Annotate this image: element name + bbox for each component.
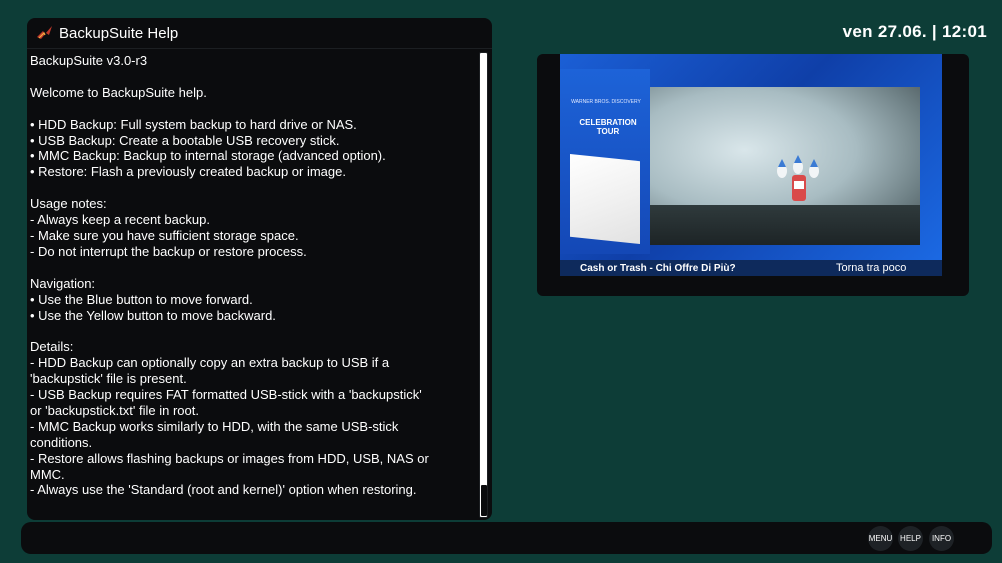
video-figure-image: [777, 155, 819, 201]
scrollbar-track[interactable]: [479, 52, 488, 518]
header-divider: [27, 48, 492, 49]
help-line: • Use the Yellow button to move backward…: [30, 307, 276, 323]
help-line: conditions.: [30, 434, 93, 450]
tv-preview: WARNER BROS. DISCOVERY CELEBRATION TOUR …: [560, 54, 942, 276]
ticker-left-text: Cash or Trash - Chi Offre Di Più?: [580, 262, 736, 274]
scrollbar-thumb[interactable]: [481, 485, 487, 516]
help-line: • HDD Backup: Full system backup to hard…: [30, 116, 357, 132]
bottom-bar: [21, 522, 992, 554]
video-frame: [650, 87, 920, 245]
help-line: Navigation:: [30, 275, 96, 291]
help-line: [30, 180, 475, 196]
help-line: Details:: [30, 339, 74, 355]
backupsuite-logo-icon: [37, 26, 52, 39]
help-button[interactable]: HELP: [898, 526, 923, 551]
menu-button[interactable]: MENU: [868, 526, 893, 551]
help-line: Welcome to BackupSuite help.: [30, 84, 207, 100]
help-line: MMC.: [30, 466, 65, 482]
help-line: or 'backupstick.txt' file in root.: [30, 402, 199, 418]
video-floor: [650, 205, 920, 245]
help-text-area[interactable]: BackupSuite v3.0-r3 Welcome to BackupSui…: [30, 53, 475, 515]
ticker-bar: Cash or Trash - Chi Offre Di Più? Torna …: [560, 260, 942, 276]
help-line: • Use the Blue button to move forward.: [30, 291, 253, 307]
help-line: [30, 101, 475, 117]
help-panel: BackupSuite Help BackupSuite v3.0-r3 Wel…: [27, 18, 492, 520]
help-line: - Do not interrupt the backup or restore…: [30, 243, 307, 259]
help-header: BackupSuite Help: [27, 18, 492, 48]
help-line: Usage notes:: [30, 196, 107, 212]
info-button[interactable]: INFO: [929, 526, 954, 551]
help-line: - Always use the 'Standard (root and ker…: [30, 482, 417, 498]
help-title: BackupSuite Help: [59, 24, 179, 42]
help-line: • USB Backup: Create a bootable USB reco…: [30, 132, 340, 148]
help-line: - Always keep a recent backup.: [30, 212, 210, 228]
promo-product-image: [570, 154, 640, 244]
help-line: - Restore allows flashing backups or ima…: [30, 450, 429, 466]
promo-small-text: WARNER BROS. DISCOVERY: [571, 99, 641, 105]
promo-title: CELEBRATION TOUR: [579, 118, 637, 136]
help-line: BackupSuite v3.0-r3: [30, 53, 148, 68]
help-line: - USB Backup requires FAT formatted USB-…: [30, 387, 422, 403]
help-line: • MMC Backup: Backup to internal storage…: [30, 148, 386, 164]
help-line: 'backupstick' file is present.: [30, 371, 187, 387]
ticker-right-text: Torna tra poco: [836, 262, 907, 274]
help-line: - MMC Backup works similarly to HDD, wit…: [30, 418, 399, 434]
help-line: - Make sure you have sufficient storage …: [30, 227, 299, 243]
help-line: [30, 323, 475, 339]
help-line: [30, 69, 475, 85]
help-line: • Restore: Flash a previously created ba…: [30, 164, 346, 180]
help-line: [30, 260, 475, 276]
clock: ven 27.06. | 12:01: [842, 22, 987, 41]
help-line: - HDD Backup can optionally copy an extr…: [30, 355, 390, 371]
